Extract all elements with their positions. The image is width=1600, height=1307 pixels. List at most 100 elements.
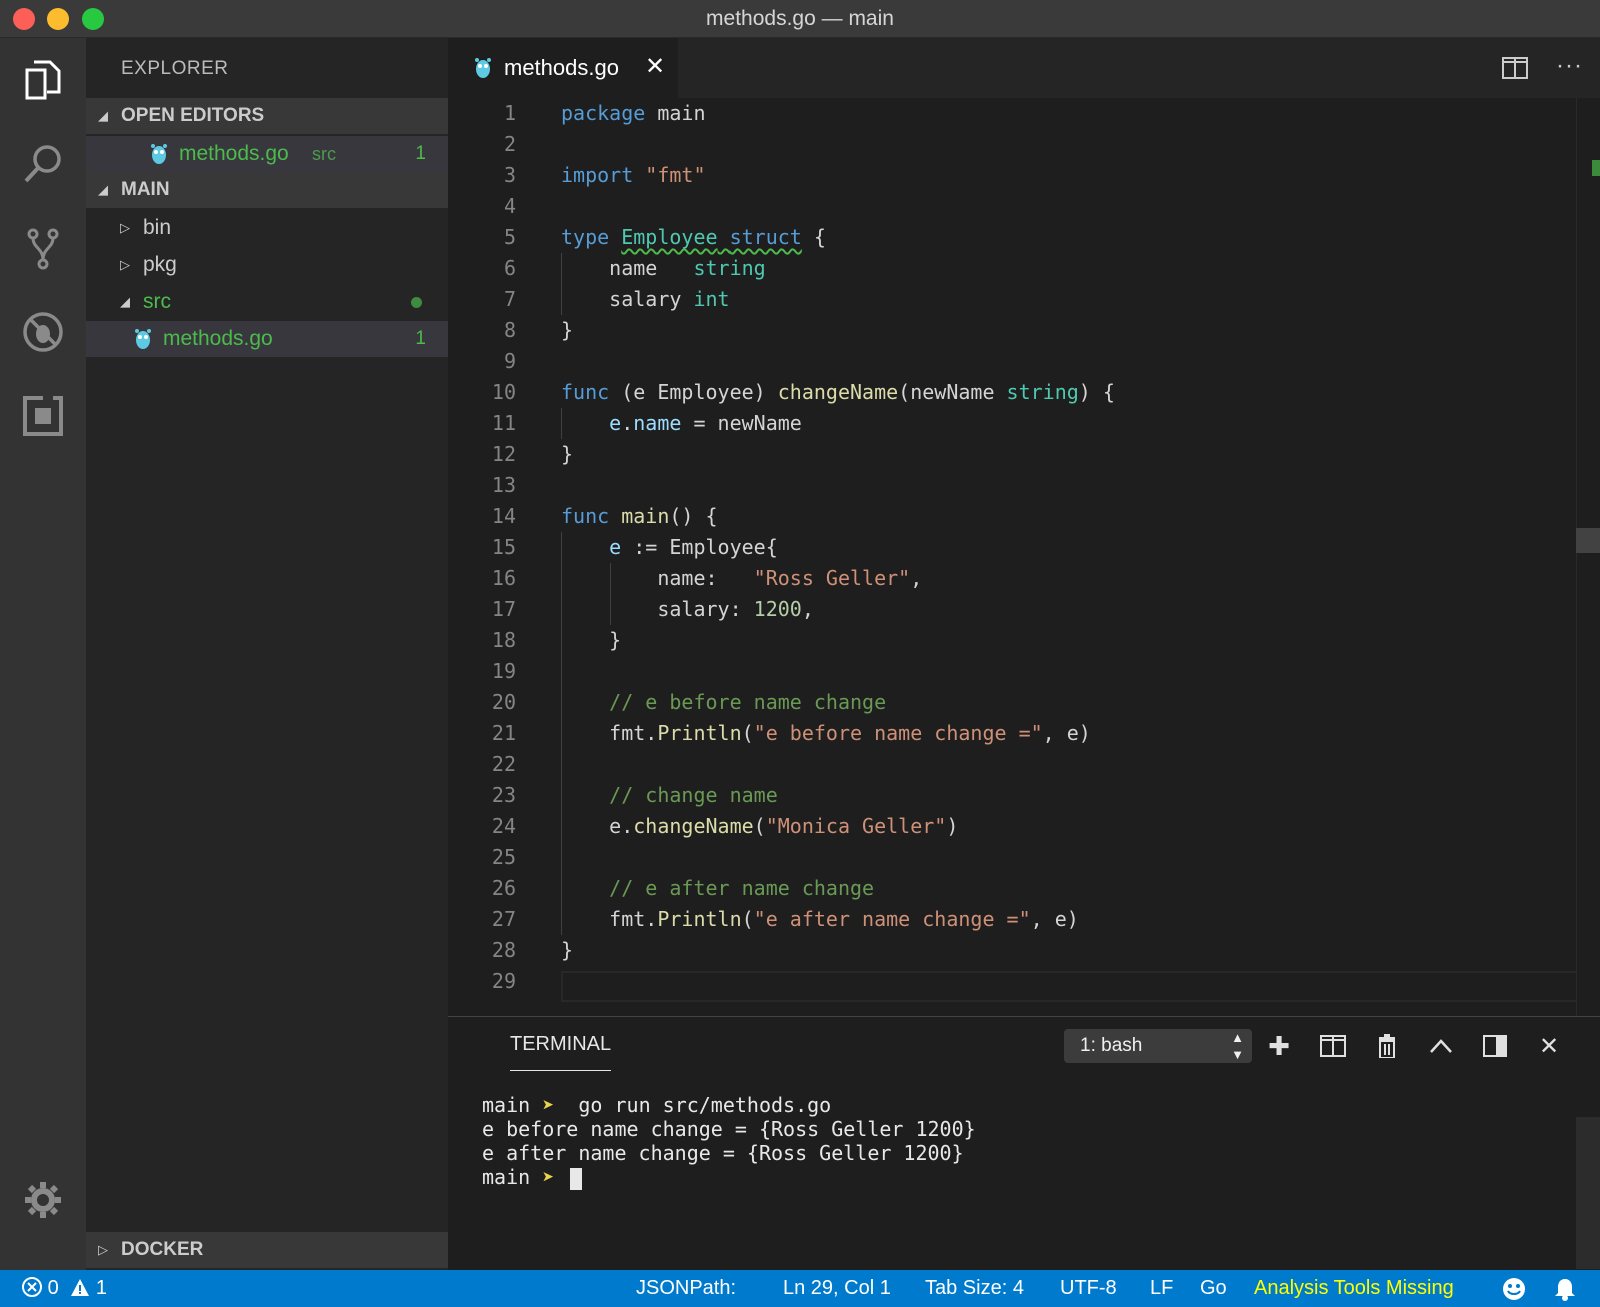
code-token: name (633, 411, 682, 435)
code-line: // e before name change (561, 687, 886, 718)
docker-header[interactable]: ▷ DOCKER (86, 1232, 448, 1268)
code-token: main (621, 504, 670, 528)
split-terminal-icon[interactable] (1316, 1029, 1350, 1063)
settings-gear-icon[interactable] (15, 1172, 71, 1228)
code-editor[interactable]: 1 package main 2 3 import "fmt" 4 5 type Employ… (448, 98, 1600, 1016)
window-title: methods.go — main (706, 7, 894, 30)
tab-close-icon[interactable]: ✕ (645, 52, 665, 81)
collapse-triangle-icon: ◢ (120, 294, 130, 309)
notifications-bell-icon[interactable] (1554, 1277, 1576, 1301)
code-token: } (561, 318, 574, 342)
explorer-icon[interactable] (15, 52, 71, 108)
tab-size-item[interactable]: Tab Size: 4 (925, 1270, 1024, 1307)
line-number: 13 (491, 473, 516, 497)
code-token: "e after name change =" (753, 907, 1031, 931)
problem-count-badge: 1 (415, 328, 426, 349)
tree-item-src[interactable]: ◢ src (86, 284, 448, 320)
new-terminal-plus-icon[interactable]: ✚ (1262, 1029, 1296, 1063)
maximize-panel-chevron-up-icon[interactable] (1424, 1029, 1458, 1063)
problems-indicator[interactable]: 0 1 (22, 1270, 107, 1307)
code-token: Println (657, 907, 742, 931)
line-number: 1 (503, 101, 516, 125)
code-line: func main() { (561, 501, 718, 532)
code-token: int (693, 287, 730, 311)
terminal-output-line: e before name change = {Ross Geller 1200… (482, 1117, 976, 1141)
terminal-shell-select[interactable]: 1: bash ▲ ▼ (1064, 1029, 1252, 1063)
warning-icon (71, 1279, 90, 1296)
editor-scrollbar[interactable] (1576, 98, 1600, 1016)
tab-label: methods.go (504, 55, 619, 80)
code-token: } (561, 442, 574, 466)
terminal-cursor (570, 1167, 583, 1190)
scrollbar-thumb[interactable] (1576, 528, 1600, 553)
tree-item-pkg[interactable]: ▷ pkg (86, 247, 448, 283)
line-number: 19 (491, 659, 516, 683)
git-change-marker (1592, 160, 1600, 176)
line-number: 7 (503, 287, 516, 311)
line-number: 2 (503, 132, 516, 156)
cursor-position-item[interactable]: Ln 29, Col 1 (783, 1270, 891, 1307)
language-mode-item[interactable]: Go (1200, 1270, 1227, 1307)
code-token: e (609, 411, 622, 435)
code-token: "fmt" (645, 163, 706, 187)
line-number: 17 (491, 597, 516, 621)
code-token: string (1006, 380, 1079, 404)
line-number: 23 (491, 783, 516, 807)
code-line: import "fmt" (561, 160, 706, 191)
line-number: 27 (491, 907, 516, 931)
toggle-panel-position-icon[interactable] (1478, 1029, 1512, 1063)
jsonpath-item[interactable]: JSONPath: (636, 1270, 736, 1307)
more-actions-icon[interactable]: ··· (1556, 52, 1583, 80)
activity-bar (0, 38, 86, 1270)
code-line: salary int (561, 284, 730, 315)
open-editor-item[interactable]: methods.go src 1 (86, 136, 448, 172)
line-number: 25 (491, 845, 516, 869)
kill-terminal-trash-icon[interactable] (1370, 1029, 1404, 1063)
code-token: changeName (777, 380, 899, 404)
tab-terminal[interactable]: TERMINAL (510, 1033, 612, 1071)
expand-triangle-icon: ▷ (120, 257, 130, 272)
open-editors-header[interactable]: ◢ OPEN EDITORS (86, 98, 448, 134)
code-line: // e after name change (561, 873, 874, 904)
code-line: // change name (561, 780, 778, 811)
main-folder-header[interactable]: ◢ MAIN (86, 172, 448, 208)
source-control-icon[interactable] (15, 220, 71, 276)
expand-triangle-icon: ▷ (98, 1242, 108, 1257)
status-bar: 0 1 JSONPath: Ln 29, Col 1 Tab Size: 4 U… (0, 1270, 1600, 1307)
terminal-output[interactable]: main ➤ go run src/methods.go e before na… (482, 1093, 976, 1190)
feedback-smiley-icon[interactable] (1502, 1277, 1526, 1301)
extensions-icon[interactable] (15, 388, 71, 444)
error-icon (22, 1277, 42, 1297)
code-token: } (561, 628, 622, 652)
code-line: salary: 1200, (561, 594, 814, 625)
search-icon[interactable] (15, 136, 71, 192)
title-bar: methods.go — main (0, 0, 1600, 38)
code-token: . (621, 411, 634, 435)
open-editor-filename: methods.go (179, 142, 289, 165)
line-number: 18 (491, 628, 516, 652)
code-line: name: "Ross Geller", (561, 563, 922, 594)
code-token: fmt. (561, 907, 658, 931)
line-number: 20 (491, 690, 516, 714)
debug-icon[interactable] (15, 304, 71, 360)
code-token: ) (946, 814, 959, 838)
tab-methods-go[interactable]: methods.go ✕ (448, 38, 678, 98)
tree-item-methods-go[interactable]: methods.go 1 (86, 321, 448, 357)
tree-item-bin[interactable]: ▷ bin (86, 210, 448, 246)
problem-count-badge: 1 (415, 143, 426, 164)
modified-dot (411, 297, 422, 308)
code-token: "e before name change =" (753, 721, 1043, 745)
code-token: salary (561, 287, 694, 311)
terminal-panel: TERMINAL 1: bash ▲ ▼ ✚ ✕ main ➤ go run sr… (448, 1016, 1600, 1270)
line-number: 16 (491, 566, 516, 590)
encoding-item[interactable]: UTF-8 (1060, 1270, 1117, 1307)
analysis-tools-warning[interactable]: Analysis Tools Missing (1254, 1270, 1454, 1307)
eol-item[interactable]: LF (1150, 1270, 1173, 1307)
terminal-scrollbar[interactable] (1576, 1117, 1600, 1269)
code-token: } (561, 938, 574, 962)
terminal-prompt-line: main ➤ (482, 1165, 976, 1190)
close-panel-icon[interactable]: ✕ (1532, 1029, 1566, 1063)
split-editor-icon[interactable] (1502, 56, 1528, 80)
